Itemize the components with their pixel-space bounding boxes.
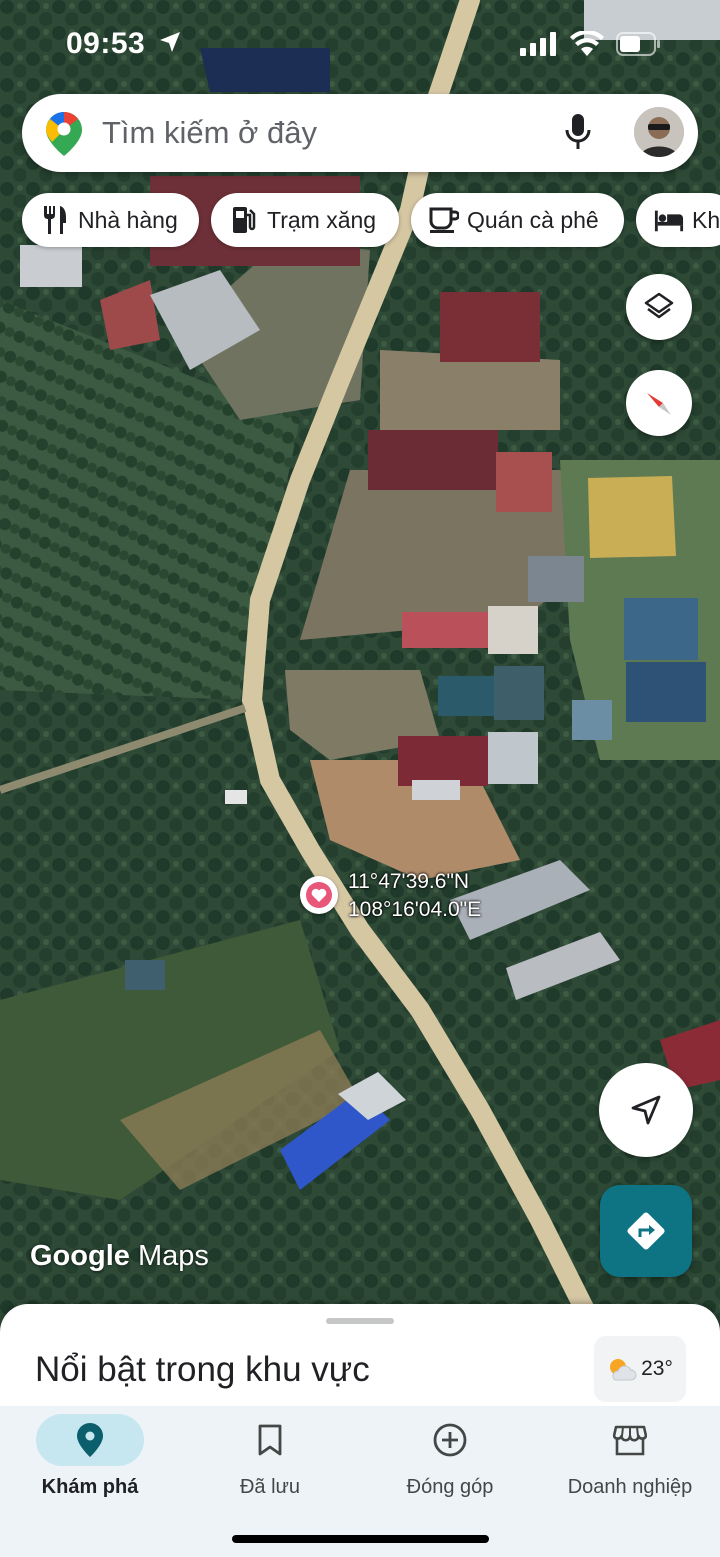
- nav-contribute[interactable]: Đóng góp: [360, 1406, 540, 1516]
- chip-label: Kh: [692, 206, 720, 233]
- status-icons: [520, 31, 662, 57]
- longitude-text: 108°16'04.0"E: [348, 898, 482, 921]
- chip-label: Trạm xăng: [267, 206, 377, 233]
- nav-label: Đóng góp: [406, 1476, 494, 1498]
- nav-business[interactable]: Doanh nghiệp: [540, 1406, 720, 1516]
- compass-button[interactable]: [626, 370, 692, 436]
- microphone-icon[interactable]: [564, 112, 592, 157]
- sheet-title: Nổi bật trong khu vực: [35, 1350, 370, 1389]
- directions-button[interactable]: [600, 1185, 692, 1277]
- bottom-sheet[interactable]: Nổi bật trong khu vực 23°: [0, 1304, 720, 1414]
- explore-pin-icon: [77, 1423, 103, 1457]
- chip-label: Nhà hàng: [78, 206, 178, 233]
- layers-button[interactable]: [626, 274, 692, 340]
- search-input[interactable]: Tìm kiếm ở đây: [102, 115, 317, 151]
- chip-label: Quán cà phê: [467, 206, 599, 233]
- layers-icon: [644, 292, 674, 319]
- nav-icon-wrap: [396, 1414, 504, 1466]
- compass-icon: [647, 393, 671, 415]
- watermark-maps: Maps: [137, 1240, 209, 1272]
- nav-icon-wrap: [576, 1414, 684, 1466]
- nav-label: Doanh nghiệp: [567, 1476, 693, 1498]
- nav-icon-wrap: [216, 1414, 324, 1466]
- directions-icon: [627, 1212, 665, 1250]
- nav-label: Đã lưu: [239, 1476, 301, 1498]
- chip-restaurant[interactable]: Nhà hàng: [22, 193, 199, 247]
- status-bar: 09:53: [0, 0, 720, 86]
- google-maps-logo-icon: [46, 112, 82, 161]
- chip-gas-station[interactable]: Trạm xăng: [211, 193, 399, 247]
- weather-chip[interactable]: 23°: [594, 1336, 686, 1402]
- location-arrow-icon: [158, 30, 182, 59]
- sheet-drag-handle[interactable]: [326, 1318, 394, 1324]
- heart-icon: [306, 882, 332, 908]
- status-time: 09:53: [66, 27, 146, 60]
- battery-icon: [616, 32, 660, 56]
- pin-coordinates: 11°47'39.6"N 108°16'04.0"E: [348, 868, 481, 924]
- user-avatar[interactable]: [634, 107, 684, 157]
- nav-active-pill: [36, 1414, 144, 1466]
- hotel-icon: [654, 205, 684, 235]
- coffee-icon: [429, 205, 459, 235]
- home-indicator[interactable]: [232, 1535, 489, 1543]
- cellular-signal-icon: [520, 32, 556, 56]
- restaurant-icon: [40, 205, 70, 235]
- nav-saved[interactable]: Đã lưu: [180, 1406, 360, 1516]
- add-circle-icon: [433, 1423, 467, 1457]
- category-chips: Nhà hàng Trạm xăng Quán cà phê Kh: [22, 193, 720, 249]
- temperature: 23°: [641, 1357, 673, 1380]
- my-location-button[interactable]: [599, 1063, 693, 1157]
- partly-cloudy-icon: [610, 1359, 637, 1381]
- bookmark-icon: [258, 1424, 282, 1456]
- nav-label: Khám phá: [41, 1476, 139, 1498]
- wifi-icon: [570, 31, 604, 56]
- search-bar[interactable]: Tìm kiếm ở đây: [22, 94, 698, 172]
- nav-explore[interactable]: Khám phá: [0, 1406, 180, 1516]
- chip-coffee[interactable]: Quán cà phê: [411, 193, 624, 247]
- storefront-icon: [613, 1425, 647, 1456]
- gas-station-icon: [229, 205, 259, 235]
- latitude-text: 11°47'39.6"N: [348, 870, 470, 893]
- chip-hotel[interactable]: Kh: [636, 193, 720, 247]
- watermark-google: Google: [30, 1240, 130, 1272]
- dropped-pin[interactable]: [300, 876, 338, 914]
- navigation-arrow-icon: [631, 1095, 661, 1125]
- google-maps-watermark: Google Maps: [30, 1240, 209, 1273]
